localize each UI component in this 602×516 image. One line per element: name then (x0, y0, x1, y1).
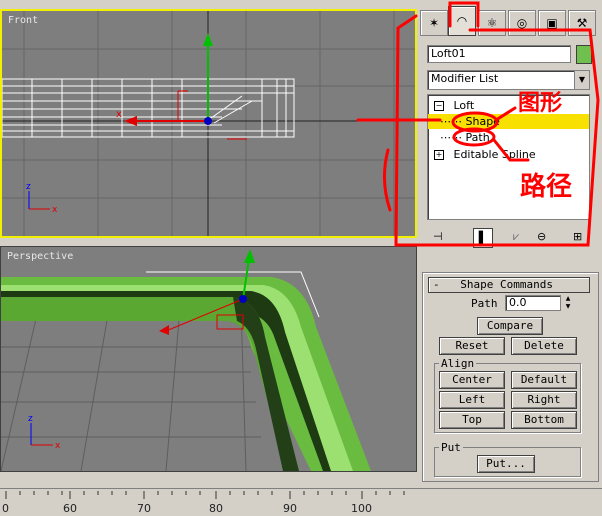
reset-button[interactable]: Reset (439, 337, 505, 355)
path-label: Path (471, 297, 498, 310)
make-unique-icon[interactable]: ⩗ (513, 230, 519, 244)
svg-text:x: x (52, 205, 58, 215)
put-group-label: Put (439, 441, 463, 454)
compare-button[interactable]: Compare (477, 317, 543, 335)
perspective-viewport-scene: z x (1, 249, 371, 471)
front-viewport-label[interactable]: Front (8, 15, 38, 26)
chevron-down-icon: ▼ (574, 71, 589, 89)
ruler-tick-100: 100 (351, 502, 372, 515)
show-end-result-icon[interactable]: ▌ (473, 228, 493, 248)
stack-item-loft[interactable]: − Loft (434, 98, 474, 113)
loft-wireframe (2, 78, 295, 138)
stack-item-shape[interactable]: ⋯⋯ Shape (428, 114, 589, 129)
pin-stack-icon[interactable]: ⊣ (433, 230, 443, 243)
delete-button[interactable]: Delete (511, 337, 577, 355)
modify-icon: ◠ (456, 14, 468, 28)
modify-tab[interactable]: ◠ (448, 6, 476, 36)
ruler-tick-70: 70 (137, 502, 151, 515)
loft-label: Loft (453, 99, 475, 112)
path-input[interactable]: 0.0 (505, 295, 561, 311)
display-icon: ▣ (546, 16, 558, 30)
rollout-title: Shape Commands (460, 278, 553, 291)
svg-text:x: x (55, 441, 61, 451)
default-button[interactable]: Default (511, 371, 577, 389)
motion-icon: ◎ (516, 16, 528, 30)
ruler-tick-90: 90 (283, 502, 297, 515)
top-button[interactable]: Top (439, 411, 505, 429)
modifier-list-label: Modifier List (431, 72, 499, 85)
perspective-viewport[interactable]: z x Perspective (0, 246, 417, 472)
hierarchy-tab[interactable]: ⚛ (478, 10, 506, 36)
right-button[interactable]: Right (511, 391, 577, 409)
collapse-icon[interactable]: − (434, 101, 444, 111)
svg-text:z: z (28, 414, 33, 424)
center-button[interactable]: Center (439, 371, 505, 389)
create-tab[interactable]: ✶ (420, 10, 448, 36)
object-name-field[interactable]: Loft01 (427, 45, 571, 63)
svg-text:x: x (116, 109, 122, 120)
path-label: Path (465, 131, 490, 144)
svg-text:z: z (26, 182, 31, 192)
path-spinner-icon[interactable]: ▲ ▼ (563, 295, 573, 311)
create-icon: ✶ (428, 16, 440, 30)
command-panel: ✶ ◠ ⚛ ◎ ▣ ⚒ Loft01 Modifier List ▼ − Lof… (420, 0, 602, 490)
front-viewport[interactable]: x z x Front (0, 9, 417, 238)
remove-modifier-icon[interactable]: ⊖ (537, 230, 546, 243)
hierarchy-icon: ⚛ (486, 16, 498, 30)
editable-spline-label: Editable Spline (453, 148, 536, 161)
time-ruler[interactable] (0, 488, 602, 516)
ruler-tick-0: 0 (2, 502, 9, 515)
ruler-tick-60: 60 (63, 502, 77, 515)
motion-tab[interactable]: ◎ (508, 10, 536, 36)
shape-commands-rollout: - Shape Commands Path 0.0 ▲ ▼ Compare Res… (422, 272, 599, 482)
object-color-swatch[interactable] (576, 45, 592, 64)
left-button[interactable]: Left (439, 391, 505, 409)
perspective-viewport-label[interactable]: Perspective (7, 251, 73, 262)
configure-sets-icon[interactable]: ⊞ (573, 230, 582, 243)
modifier-list-dropdown[interactable]: Modifier List ▼ (427, 70, 590, 90)
front-viewport-grid: x z x (2, 11, 415, 236)
align-label: Align (439, 357, 477, 370)
expand-icon[interactable]: + (434, 150, 444, 160)
display-tab[interactable]: ▣ (538, 10, 566, 36)
utilities-tab[interactable]: ⚒ (568, 10, 596, 36)
rollout-header[interactable]: - Shape Commands (428, 277, 590, 293)
utilities-icon: ⚒ (576, 16, 588, 30)
stack-item-path[interactable]: ⋯⋯ Path (428, 130, 490, 145)
stack-tools: ⊣ ▌ ⩗ ⊖ ⊞ (427, 228, 590, 248)
shape-label: Shape (465, 115, 500, 128)
ruler-ticks (5, 491, 405, 499)
bottom-button[interactable]: Bottom (511, 411, 577, 429)
put-button[interactable]: Put... (477, 455, 535, 473)
stack-item-editable-spline[interactable]: + Editable Spline (434, 147, 536, 162)
ruler-tick-80: 80 (209, 502, 223, 515)
modifier-stack[interactable]: − Loft ⋯⋯ Shape ⋯⋯ Path + Editable Splin… (427, 94, 590, 220)
